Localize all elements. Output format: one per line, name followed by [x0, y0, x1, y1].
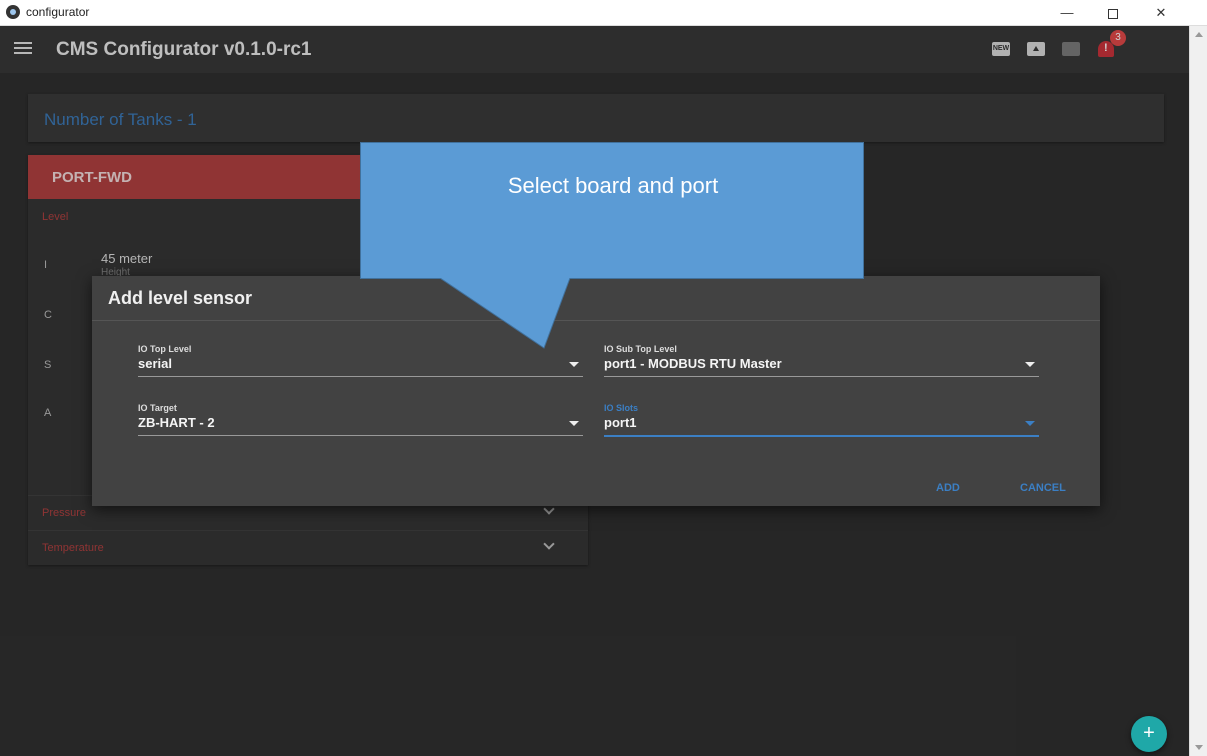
app-content: CMS Configurator v0.1.0-rc1 NEW 3 Number… — [0, 27, 1189, 756]
callout-text: Select board and port — [507, 173, 719, 198]
vertical-scrollbar[interactable] — [1189, 26, 1207, 756]
add-level-sensor-dialog: Add level sensor IO Top Level serial IO … — [92, 276, 1100, 506]
tutorial-callout: Select board and port — [360, 142, 864, 279]
io-sub-top-level-value: port1 - MODBUS RTU Master — [604, 356, 782, 371]
io-target-select[interactable]: IO Target ZB-HART - 2 — [138, 403, 583, 439]
scroll-down-icon[interactable] — [1195, 745, 1203, 750]
io-sub-top-level-label: IO Sub Top Level — [604, 344, 677, 354]
io-slots-value: port1 — [604, 415, 637, 430]
scroll-up-icon[interactable] — [1195, 32, 1203, 37]
io-slots-select[interactable]: IO Slots port1 — [604, 403, 1039, 439]
maximize-button[interactable] — [1090, 0, 1136, 26]
cancel-button[interactable]: CANCEL — [1020, 482, 1066, 494]
window-title: configurator — [26, 5, 90, 19]
io-slots-label: IO Slots — [604, 403, 639, 413]
dropdown-arrow-icon — [1025, 362, 1035, 367]
add-button[interactable]: ADD — [936, 482, 960, 494]
app-icon — [6, 5, 20, 19]
close-button[interactable]: ✕ — [1138, 0, 1184, 26]
minimize-button[interactable]: — — [1044, 0, 1090, 26]
io-top-level-value: serial — [138, 356, 172, 371]
field-underline — [604, 376, 1039, 377]
callout-pointer — [440, 278, 571, 349]
window-titlebar: configurator — ✕ — [0, 0, 1207, 26]
add-fab-button[interactable]: + — [1131, 716, 1167, 752]
io-target-label: IO Target — [138, 403, 177, 413]
field-underline — [604, 435, 1039, 437]
dialog-title: Add level sensor — [108, 288, 253, 308]
dropdown-arrow-icon — [1025, 421, 1035, 426]
dropdown-arrow-icon — [569, 362, 579, 367]
field-underline — [138, 435, 583, 436]
io-top-level-label: IO Top Level — [138, 344, 192, 354]
field-underline — [138, 376, 583, 377]
io-sub-top-level-select[interactable]: IO Sub Top Level port1 - MODBUS RTU Mast… — [604, 344, 1039, 380]
io-target-value: ZB-HART - 2 — [138, 415, 215, 430]
dialog-divider — [92, 320, 1100, 321]
dropdown-arrow-icon — [569, 421, 579, 426]
